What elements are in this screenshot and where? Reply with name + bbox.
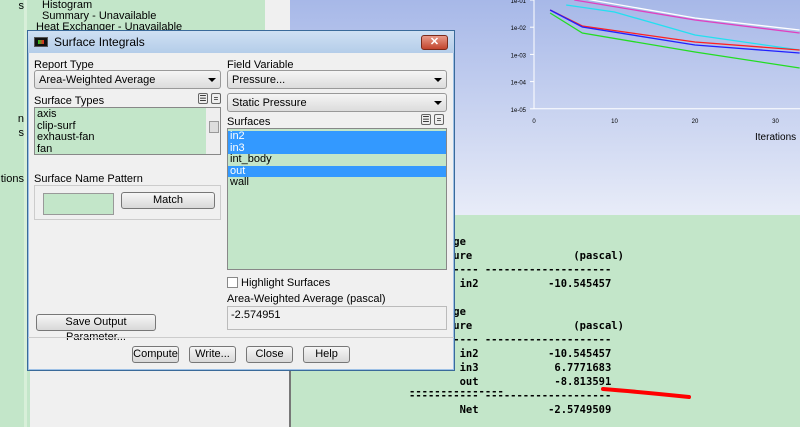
x-tick-label: 20 — [692, 119, 699, 125]
y-tick-label: 1e-03 — [511, 53, 527, 59]
list-item[interactable]: exhaust-fan — [35, 131, 220, 144]
left-panel: s n s tions — [0, 0, 27, 427]
list-item[interactable]: int_body — [228, 153, 446, 166]
close-button[interactable]: ✕ — [421, 35, 448, 50]
chevron-down-icon — [434, 78, 442, 82]
x-tick-label: 0 — [532, 119, 536, 125]
y-tick-label: 1e-01 — [511, 0, 527, 5]
tree-panel: Histogram Summary - Unavailable Heat Exc… — [30, 0, 265, 30]
compute-button[interactable]: Compute — [132, 346, 179, 363]
highlight-surfaces-label: Highlight Surfaces — [241, 277, 331, 289]
series-line-green — [549, 12, 800, 69]
result-label: Area-Weighted Average (pascal) — [227, 293, 386, 305]
list-item[interactable]: in2 — [228, 130, 446, 143]
dialog-title: Surface Integrals — [54, 35, 145, 49]
panel-fragment: tions — [0, 173, 24, 185]
report-type-value: Area-Weighted Average — [39, 74, 156, 86]
field-variable-select[interactable]: Pressure... — [227, 70, 447, 89]
y-tick-label: 1e-05 — [511, 108, 527, 114]
red-underline-annotation — [601, 387, 691, 399]
lower-panel — [30, 370, 290, 427]
y-tick-label: 1e-04 — [511, 81, 527, 87]
surfaces-list[interactable]: in2 in3 int_body out wall — [227, 128, 447, 270]
field-subvariable-value: Static Pressure — [232, 97, 307, 109]
field-subvariable-select[interactable]: Static Pressure — [227, 93, 447, 112]
x-tick-label: 30 — [772, 119, 779, 125]
list-item[interactable]: axis — [35, 108, 220, 121]
tree-item[interactable]: Heat Exchanger - Unavailable — [36, 22, 265, 31]
dialog-titlebar[interactable]: Surface Integrals ✕ — [28, 31, 454, 53]
deselect-all-icon[interactable]: = — [434, 114, 444, 125]
list-item[interactable]: out — [228, 165, 446, 177]
pattern-input[interactable] — [43, 193, 114, 215]
list-item[interactable]: wall — [228, 176, 446, 189]
x-axis-label: Iterations — [755, 132, 796, 143]
pattern-label: Surface Name Pattern — [34, 173, 143, 185]
deselect-all-icon[interactable]: = — [211, 93, 221, 104]
x-tick-label: 10 — [611, 119, 618, 125]
list-item[interactable]: fan — [35, 143, 220, 156]
select-all-icon[interactable]: ☰ — [198, 93, 208, 104]
save-output-parameter-button[interactable]: Save Output Parameter... — [36, 314, 156, 343]
y-tick-label: 1e-02 — [511, 26, 527, 32]
report-type-select[interactable]: Area-Weighted Average — [34, 70, 221, 89]
chevron-down-icon — [208, 78, 216, 82]
surface-types-list[interactable]: axis clip-surf exhaust-fan fan — [34, 107, 221, 155]
result-field[interactable]: -2.574951 — [227, 306, 447, 330]
scrollbar[interactable] — [206, 108, 220, 154]
close-dialog-button[interactable]: Close — [246, 346, 293, 363]
write-button[interactable]: Write... — [189, 346, 236, 363]
tree-scroll-area — [265, 0, 290, 30]
help-button[interactable]: Help — [303, 346, 350, 363]
surface-types-label: Surface Types — [34, 95, 105, 107]
surfaces-label: Surfaces — [227, 116, 271, 128]
divider — [28, 337, 454, 338]
select-all-icon[interactable]: ☰ — [421, 114, 431, 125]
field-variable-value: Pressure... — [232, 74, 286, 86]
panel-fragment: n — [17, 113, 24, 125]
app-icon — [34, 37, 48, 47]
panel-fragment: s — [18, 0, 25, 12]
console-dashes: --------------- — [409, 386, 504, 398]
chevron-down-icon — [434, 101, 442, 105]
series-line-white — [587, 0, 800, 31]
surface-integrals-dialog: Surface Integrals ✕ Report Type Area-Wei… — [27, 30, 455, 371]
panel-fragment: s — [18, 127, 25, 139]
highlight-surfaces-checkbox[interactable] — [227, 277, 238, 288]
match-button[interactable]: Match — [121, 192, 215, 209]
